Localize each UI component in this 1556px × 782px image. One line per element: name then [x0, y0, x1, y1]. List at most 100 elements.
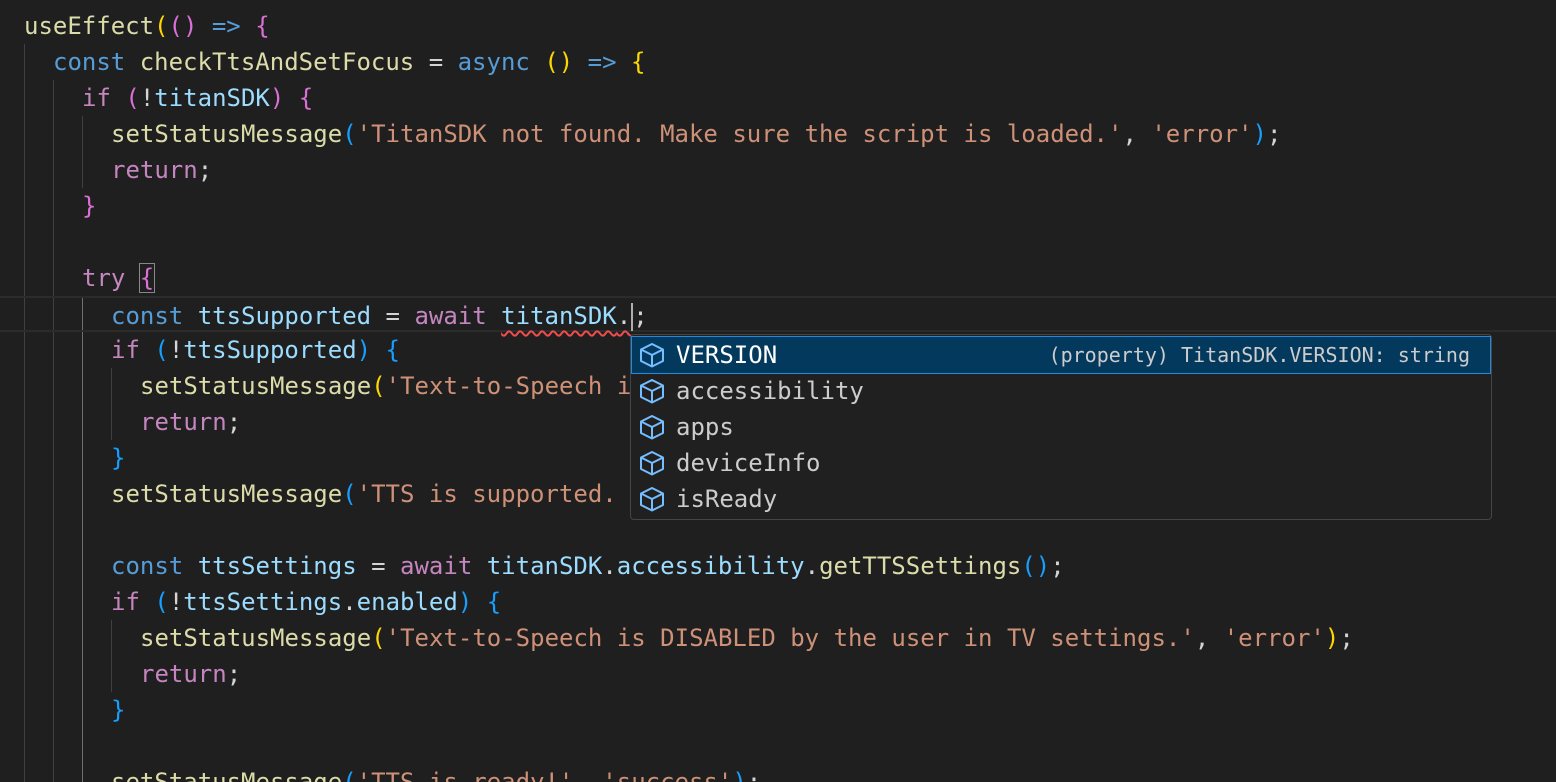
- code-token: return: [140, 660, 227, 688]
- code-token: ): [356, 336, 372, 364]
- code-token: titanSDK: [486, 552, 603, 580]
- code-token: =: [414, 48, 458, 76]
- code-line-text: return;: [111, 152, 212, 188]
- code-line[interactable]: setStatusMessage('Text-to-Speech is DISA…: [0, 620, 1556, 656]
- code-token: ttsSupported: [183, 336, 357, 364]
- code-token: ;: [633, 302, 648, 330]
- code-line[interactable]: useEffect(() => {: [0, 8, 1556, 44]
- code-token: setStatusMessage: [111, 768, 343, 782]
- code-token: 'TTS is supported.: [356, 480, 617, 508]
- code-token: {: [284, 84, 314, 112]
- code-token: ): [457, 588, 473, 616]
- code-token: return: [111, 156, 198, 184]
- code-token: accessibility: [616, 552, 805, 580]
- code-line[interactable]: if (!titanSDK) {: [0, 80, 1556, 116]
- code-token: getTTSSettings: [819, 552, 1022, 580]
- code-token: ,: [1122, 120, 1152, 148]
- code-token: }: [111, 696, 126, 724]
- code-token: ,: [573, 768, 603, 782]
- code-token: ttsSettings: [197, 552, 357, 580]
- code-token: ;: [1050, 552, 1065, 580]
- code-line-text: if (!ttsSettings.enabled) {: [111, 584, 501, 620]
- code-line[interactable]: setStatusMessage('TitanSDK not found. Ma…: [0, 116, 1556, 152]
- code-token: if: [111, 588, 155, 616]
- property-cube-icon: [638, 342, 666, 368]
- code-token: =>: [573, 48, 632, 76]
- suggest-item-version[interactable]: VERSION (property) TitanSDK.VERSION: stri…: [631, 336, 1491, 374]
- code-line-text: useEffect(() => {: [24, 8, 270, 44]
- code-token: (: [371, 372, 386, 400]
- code-token: 'error': [1223, 624, 1325, 652]
- code-line[interactable]: [0, 224, 1556, 260]
- code-line[interactable]: return;: [0, 656, 1556, 692]
- code-line-text: if (!titanSDK) {: [82, 80, 313, 116]
- code-token: const: [111, 552, 198, 580]
- code-line[interactable]: [0, 728, 1556, 764]
- code-line[interactable]: try {: [0, 260, 1556, 296]
- suggest-item-deviceinfo[interactable]: deviceInfo: [632, 445, 1490, 481]
- code-line-current[interactable]: const ttsSupported = await titanSDK.;: [0, 296, 1556, 332]
- code-line[interactable]: }: [0, 692, 1556, 728]
- code-token: (: [342, 480, 357, 508]
- code-token: ttsSupported: [197, 302, 372, 330]
- code-line[interactable]: if (!ttsSettings.enabled) {: [0, 584, 1556, 620]
- code-line-text: }: [111, 440, 125, 476]
- code-token: .: [616, 302, 632, 330]
- suggest-list[interactable]: VERSION (property) TitanSDK.VERSION: stri…: [631, 336, 1491, 517]
- code-token: {: [472, 588, 502, 616]
- code-token: ;: [1339, 624, 1354, 652]
- code-token: await: [414, 302, 502, 330]
- suggest-item-accessibility[interactable]: accessibility: [632, 373, 1490, 409]
- code-token: setStatusMessage: [140, 624, 372, 652]
- code-line[interactable]: }: [0, 188, 1556, 224]
- code-token: }: [111, 444, 126, 472]
- code-token: {: [631, 48, 646, 76]
- code-line-text: setStatusMessage('Text-to-Speech is DISA…: [140, 620, 1354, 656]
- code-token: enabled: [356, 588, 458, 616]
- suggest-item-isready[interactable]: isReady: [632, 481, 1490, 517]
- property-cube-icon: [638, 378, 666, 404]
- code-token: if: [111, 336, 155, 364]
- code-token: !: [139, 84, 155, 112]
- code-token: setStatusMessage: [140, 372, 372, 400]
- code-token: ;: [746, 768, 762, 782]
- suggest-item-apps[interactable]: apps: [632, 409, 1490, 445]
- code-token: (: [125, 84, 140, 112]
- code-line[interactable]: return;: [0, 152, 1556, 188]
- code-token: {: [138, 263, 156, 293]
- property-cube-icon: [638, 414, 666, 440]
- suggest-item-label: isReady: [676, 485, 778, 513]
- code-line-text: setStatusMessage('Text-to-Speech i: [140, 368, 631, 404]
- code-token: useEffect: [24, 12, 155, 40]
- code-token: 'TitanSDK not found. Make sure the scrip…: [356, 120, 1123, 148]
- code-line-text: setStatusMessage('TTS is supported.: [111, 476, 617, 512]
- code-token: async: [457, 48, 545, 76]
- code-line[interactable]: const ttsSettings = await titanSDK.acces…: [0, 548, 1556, 584]
- code-line-text: try {: [82, 260, 156, 296]
- code-token: {: [255, 12, 270, 40]
- code-line[interactable]: setStatusMessage('TTS is ready!', 'succe…: [0, 764, 1556, 782]
- code-token: ;: [226, 660, 242, 688]
- code-token: setStatusMessage: [111, 480, 343, 508]
- code-editor[interactable]: useEffect(() => {const checkTtsAndSetFoc…: [0, 0, 1556, 782]
- code-token: !: [168, 588, 184, 616]
- code-token: (: [154, 336, 169, 364]
- code-token: 'error': [1151, 120, 1253, 148]
- code-token: 'TTS is ready!': [356, 768, 574, 782]
- code-line-text: const ttsSupported = await titanSDK.;: [111, 298, 648, 334]
- code-line-text: const ttsSettings = await titanSDK.acces…: [111, 548, 1065, 584]
- suggest-item-detail: (property) TitanSDK.VERSION: string: [1048, 343, 1470, 367]
- suggest-item-label: accessibility: [676, 377, 864, 405]
- code-token: ;: [1266, 120, 1282, 148]
- code-line-text: setStatusMessage('TTS is ready!', 'succe…: [111, 764, 761, 782]
- code-token: ): [269, 84, 285, 112]
- property-cube-icon: [638, 486, 666, 512]
- code-line[interactable]: const checkTtsAndSetFocus = async () => …: [0, 44, 1556, 80]
- code-token: 'success': [602, 768, 733, 782]
- code-line-text: return;: [140, 404, 241, 440]
- autocomplete-suggest-widget[interactable]: VERSION (property) TitanSDK.VERSION: stri…: [630, 334, 1492, 520]
- suggest-item-label: apps: [676, 413, 734, 441]
- code-token: (: [342, 120, 357, 148]
- suggest-item-label: deviceInfo: [676, 449, 821, 477]
- code-token: (: [371, 624, 386, 652]
